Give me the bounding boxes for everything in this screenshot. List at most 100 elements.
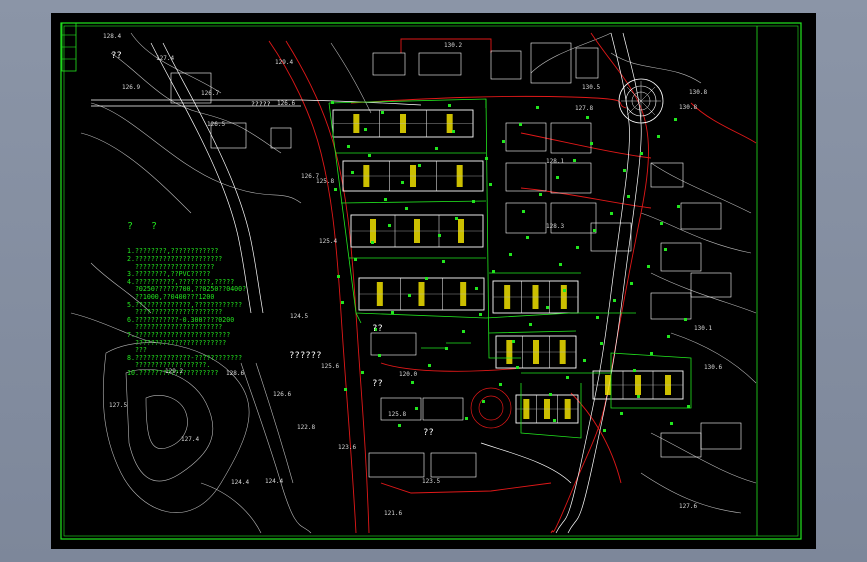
- pipe-node: [519, 123, 522, 126]
- pipe-node: [347, 145, 350, 148]
- pipe-node: [667, 335, 670, 338]
- pipe-node: [660, 222, 663, 225]
- pipe-node: [687, 405, 690, 408]
- elevation-label: 127.4: [156, 55, 175, 62]
- pipe-node: [522, 210, 525, 213]
- elevation-label: 127.5: [109, 402, 128, 409]
- pipe-node: [405, 207, 408, 210]
- residential-block: [358, 277, 485, 311]
- pipe-node: [613, 299, 616, 302]
- elevation-label: 130.1: [694, 325, 713, 332]
- pipe-node: [620, 412, 623, 415]
- pipe-node: [677, 205, 680, 208]
- note-line: 10.????????????????????: [127, 368, 219, 377]
- elevation-label: 123.6: [338, 444, 357, 451]
- pipe-node: [670, 422, 673, 425]
- elevation-label: 126.5: [207, 121, 226, 128]
- elevation-label: 130.2: [444, 42, 463, 49]
- circle-roundabout-icon: [618, 78, 664, 124]
- existing-building: [550, 122, 592, 154]
- elevation-label: 126.6: [277, 100, 296, 107]
- pipe-node: [623, 169, 626, 172]
- existing-building: [690, 272, 732, 298]
- elevation-label: 126.9: [122, 84, 141, 91]
- pipe-node: [512, 340, 515, 343]
- pipe-node: [576, 246, 579, 249]
- pipe-node: [452, 130, 455, 133]
- residential-block: [342, 160, 484, 192]
- elevation-label: 129.4: [275, 59, 294, 66]
- elevation-label: 124.4: [265, 478, 284, 485]
- spot-label: ??: [372, 324, 383, 334]
- note-line: ???????????????????????: [127, 338, 227, 347]
- existing-building: [700, 422, 742, 450]
- pipe-node: [526, 236, 529, 239]
- pipe-node: [657, 135, 660, 138]
- pipe-node: [499, 383, 502, 386]
- pipe-node: [590, 142, 593, 145]
- existing-building: [680, 202, 722, 230]
- elevation-label: 120.0: [399, 371, 418, 378]
- residential-block: [492, 280, 579, 314]
- pipe-node: [637, 395, 640, 398]
- pipe-node: [596, 316, 599, 319]
- pipe-node: [371, 241, 374, 244]
- elevation-label: 124.5: [290, 313, 309, 320]
- existing-building: [530, 42, 572, 84]
- spot-label: ??: [111, 51, 122, 61]
- pipe-node: [633, 369, 636, 372]
- pipe-node: [600, 342, 603, 345]
- pipe-node: [529, 323, 532, 326]
- plaza-circles: [470, 387, 512, 429]
- pipe-node: [465, 417, 468, 420]
- spot-label: ??: [372, 379, 383, 389]
- pipe-node: [559, 263, 562, 266]
- pipe-node: [549, 393, 552, 396]
- pipe-node: [472, 200, 475, 203]
- elevation-label: 128.4: [103, 33, 122, 40]
- existing-building: [270, 127, 292, 149]
- pipe-node: [650, 352, 653, 355]
- pipe-node: [479, 313, 482, 316]
- pipe-node: [425, 277, 428, 280]
- pipe-node: [603, 429, 606, 432]
- pipe-node: [334, 188, 337, 191]
- existing-building: [372, 52, 406, 76]
- pipe-node: [442, 260, 445, 263]
- cad-drawing-sheet: ? ? 1.????????,???????????? 2.???????????…: [51, 13, 816, 549]
- elevation-label: 124.4: [231, 479, 250, 486]
- pipe-node: [566, 376, 569, 379]
- existing-building: [430, 452, 477, 478]
- pipe-node: [435, 147, 438, 150]
- elevation-label: 128.3: [546, 223, 565, 230]
- elevation-label: 122.8: [297, 424, 316, 431]
- elevation-label: 127.8: [575, 105, 594, 112]
- pipe-node: [630, 282, 633, 285]
- pipe-node: [509, 253, 512, 256]
- residential-block: [350, 214, 484, 248]
- pipe-node: [344, 388, 347, 391]
- pipe-node: [337, 275, 340, 278]
- pipe-node: [361, 371, 364, 374]
- existing-building: [418, 52, 462, 76]
- elevation-label: 126.6: [273, 391, 292, 398]
- existing-building: [370, 332, 417, 356]
- pipe-node: [546, 306, 549, 309]
- residential-block: [495, 335, 577, 369]
- elevation-label: 130.8: [689, 89, 708, 96]
- elevation-label: 125.4: [319, 238, 338, 245]
- pipe-node: [664, 248, 667, 251]
- spot-label: ??????: [289, 351, 322, 361]
- existing-building: [490, 50, 522, 80]
- elevation-label: 128.1: [546, 158, 565, 165]
- residential-block: [592, 370, 684, 400]
- pipe-node: [331, 101, 334, 104]
- pipe-node: [398, 424, 401, 427]
- spot-label: ??: [423, 428, 434, 438]
- pipe-node: [415, 407, 418, 410]
- pipe-node: [411, 381, 414, 384]
- pipe-node: [482, 400, 485, 403]
- pipe-node: [684, 318, 687, 321]
- pipe-node: [455, 217, 458, 220]
- pipe-node: [401, 181, 404, 184]
